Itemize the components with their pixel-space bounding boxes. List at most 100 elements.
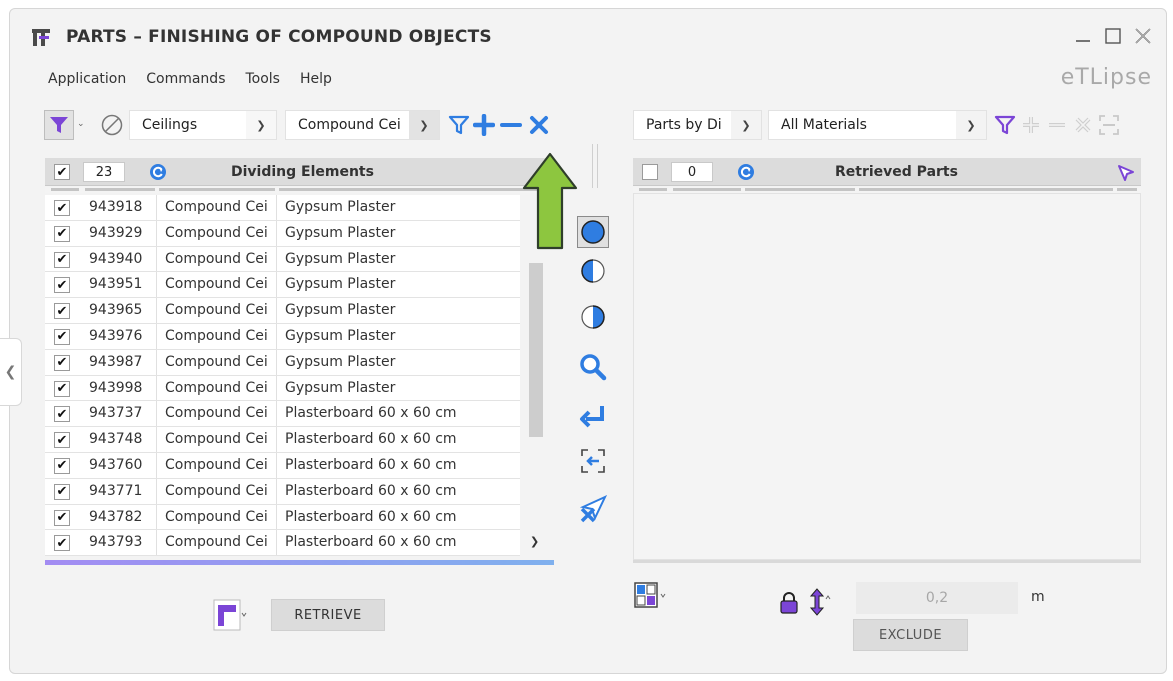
select-all-checkbox[interactable] (642, 164, 658, 180)
table-row[interactable]: ✔ 943940 Compound Cei Gypsum Plaster (45, 246, 520, 273)
table-row[interactable]: ✔ 943998 Compound Cei Gypsum Plaster (45, 375, 520, 402)
cell-material: Gypsum Plaster (285, 302, 396, 319)
menu-help[interactable]: Help (300, 71, 332, 87)
select-back-icon (581, 449, 605, 473)
row-checkbox[interactable]: ✔ (54, 303, 70, 320)
category-select[interactable]: Ceilings ❯ (129, 110, 277, 140)
table-row[interactable]: ✔ 943748 Compound Cei Plasterboard 60 x 60 … (45, 427, 520, 453)
filter-icon[interactable] (994, 114, 1016, 136)
cell-material: Plasterboard 60 x 60 cm (285, 534, 457, 551)
list-footer-bar (45, 560, 554, 565)
cell-type: Compound Cei (165, 379, 268, 396)
retrieve-button[interactable]: RETRIEVE (271, 599, 385, 631)
select-back-button[interactable] (577, 445, 609, 477)
minus-icon[interactable] (500, 114, 522, 136)
half-circle-right-button[interactable] (577, 301, 609, 333)
half-circle-left-button[interactable] (577, 255, 609, 287)
chevron-down-icon[interactable]: ❯ (530, 535, 539, 548)
cell-id: 943987 (89, 353, 143, 370)
row-checkbox[interactable]: ✔ (54, 251, 70, 268)
menu-tools[interactable]: Tools (245, 71, 280, 87)
no-entry-icon[interactable] (100, 113, 124, 137)
cell-material: Plasterboard 60 x 60 cm (285, 456, 457, 473)
table-row[interactable]: ✔ 943965 Compound Cei Gypsum Plaster (45, 298, 520, 324)
cell-id: 943976 (89, 327, 143, 344)
refresh-icon[interactable] (737, 163, 755, 181)
filter-icon[interactable] (448, 114, 470, 136)
exclude-button[interactable]: EXCLUDE (853, 619, 968, 651)
cell-type: Compound Cei (165, 302, 268, 319)
corner-profile-icon[interactable] (213, 599, 247, 633)
cell-divider (276, 349, 277, 375)
scrollbar-thumb[interactable] (529, 263, 543, 437)
column-header-type[interactable] (745, 188, 855, 191)
retrieved-parts-list[interactable] (633, 193, 1141, 560)
column-header-material[interactable] (859, 188, 1113, 191)
table-row[interactable]: ✔ 943976 Compound Cei Gypsum Plaster (45, 323, 520, 350)
refresh-icon[interactable] (149, 163, 167, 181)
x-icon[interactable] (528, 114, 550, 136)
grid-layout-icon[interactable] (634, 582, 670, 612)
row-checkbox[interactable]: ✔ (54, 406, 70, 423)
lock-icon[interactable] (780, 592, 798, 614)
cell-id: 943929 (89, 224, 143, 241)
chevron-down-icon[interactable]: ⌄ (77, 119, 85, 129)
callout-arrow (522, 152, 578, 250)
column-header-type[interactable] (159, 188, 275, 191)
cursor-cross-button[interactable] (577, 493, 609, 525)
parts-mode-select[interactable]: Parts by Di ❯ (633, 110, 762, 140)
column-header-material[interactable] (279, 188, 549, 191)
table-row[interactable]: ✔ 943771 Compound Cei Plasterboard 60 x 60 … (45, 478, 520, 505)
column-header-id[interactable] (85, 188, 155, 191)
row-checkbox[interactable]: ✔ (54, 483, 70, 500)
row-checkbox[interactable]: ✔ (54, 535, 70, 552)
cell-id: 943737 (89, 405, 143, 422)
list-footer-bar (633, 560, 1141, 563)
row-checkbox[interactable]: ✔ (54, 225, 70, 242)
cell-id: 943748 (89, 431, 143, 448)
filter-dropdown-button[interactable] (44, 110, 74, 140)
table-row[interactable]: ✔ 943918 Compound Cei Gypsum Plaster (45, 195, 520, 221)
minimize-icon[interactable] (1070, 23, 1096, 49)
row-checkbox[interactable]: ✔ (54, 457, 70, 474)
maximize-icon[interactable] (1100, 23, 1126, 49)
table-row[interactable]: ✔ 943737 Compound Cei Plasterboard 60 x 60 … (45, 401, 520, 428)
cell-material: Plasterboard 60 x 60 cm (285, 482, 457, 499)
row-checkbox[interactable]: ✔ (54, 277, 70, 294)
row-checkbox[interactable]: ✔ (54, 380, 70, 397)
column-header-id[interactable] (673, 188, 741, 191)
select-cursor-icon[interactable] (1117, 164, 1135, 182)
table-row[interactable]: ✔ 943760 Compound Cei Plasterboard 60 x 60 … (45, 452, 520, 479)
cell-divider (156, 478, 157, 504)
select-all-checkbox[interactable]: ✔ (54, 164, 70, 180)
type-select[interactable]: Compound Cei ❯ (285, 110, 440, 140)
table-row[interactable]: ✔ 943782 Compound Cei Plasterboard 60 x 60 … (45, 504, 520, 531)
menu-application[interactable]: Application (48, 71, 126, 87)
column-header-extra[interactable] (1117, 188, 1137, 191)
materials-select[interactable]: All Materials ❯ (768, 110, 987, 140)
column-header-check[interactable] (51, 188, 79, 191)
row-checkbox[interactable]: ✔ (54, 200, 70, 216)
offset-input[interactable]: 0,2 (856, 582, 1018, 614)
cell-id: 943918 (89, 199, 143, 215)
cell-material: Gypsum Plaster (285, 276, 396, 293)
side-panel-toggle[interactable]: ❮ (0, 338, 22, 406)
table-row[interactable]: ✔ 943987 Compound Cei Gypsum Plaster (45, 349, 520, 376)
plus-icon[interactable] (473, 114, 495, 136)
table-row[interactable]: ✔ 943793 Compound Cei Plasterboard 60 x 60 … (45, 530, 520, 557)
row-checkbox[interactable]: ✔ (54, 509, 70, 526)
return-button[interactable] (577, 400, 609, 432)
row-checkbox[interactable]: ✔ (54, 354, 70, 371)
up-down-arrow-icon[interactable] (810, 587, 832, 617)
full-circle-button[interactable] (577, 216, 609, 248)
menu-commands[interactable]: Commands (146, 71, 225, 87)
cell-type: Compound Cei (165, 276, 268, 293)
row-checkbox[interactable]: ✔ (54, 328, 70, 345)
cell-divider (276, 401, 277, 427)
row-checkbox[interactable]: ✔ (54, 432, 70, 449)
table-row[interactable]: ✔ 943951 Compound Cei Gypsum Plaster (45, 272, 520, 299)
table-row[interactable]: ✔ 943929 Compound Cei Gypsum Plaster (45, 220, 520, 247)
column-header-check[interactable] (639, 188, 667, 191)
close-icon[interactable] (1130, 23, 1156, 49)
zoom-button[interactable] (577, 351, 609, 383)
